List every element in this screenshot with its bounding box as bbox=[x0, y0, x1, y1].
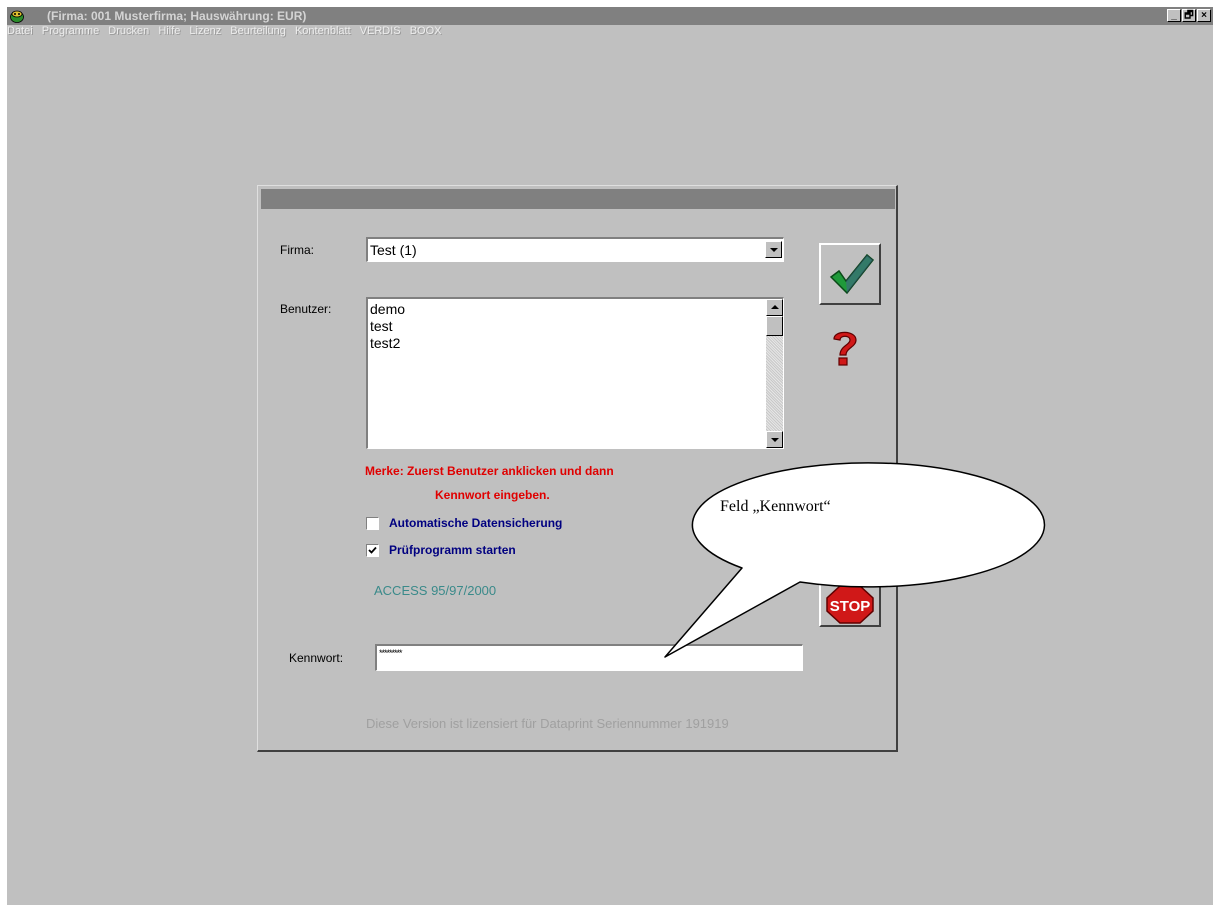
list-scrollbar[interactable] bbox=[766, 299, 783, 448]
title-bar: (Firma: 001 Musterfirma; Hauswährung: EU… bbox=[7, 7, 1213, 25]
menu-bar: Datei Programme Drucken Hilfe Lizenz Beu… bbox=[7, 25, 1213, 41]
close-button[interactable]: × bbox=[1197, 9, 1211, 22]
auto-backup-label[interactable]: Automatische Datensicherung bbox=[389, 516, 562, 530]
help-icon[interactable] bbox=[826, 327, 862, 369]
kennwort-input[interactable]: ********* bbox=[375, 644, 803, 671]
menu-drucken[interactable]: Drucken bbox=[108, 25, 149, 37]
menu-programme[interactable]: Programme bbox=[42, 25, 99, 37]
login-dialog: Firma: Test (1) Benutzer: demo test test… bbox=[257, 185, 898, 752]
benutzer-list[interactable]: demo test test2 bbox=[366, 297, 784, 449]
stop-sign-icon: STOP bbox=[826, 585, 874, 624]
firma-select[interactable]: Test (1) bbox=[366, 237, 784, 262]
firma-label: Firma: bbox=[280, 243, 314, 257]
pruef-checkbox[interactable] bbox=[366, 544, 379, 557]
benutzer-label: Benutzer: bbox=[280, 302, 332, 316]
license-info: Diese Version ist lizensiert für Datapri… bbox=[366, 716, 729, 731]
list-item[interactable]: test2 bbox=[370, 335, 405, 352]
dialog-title-bar bbox=[261, 189, 895, 209]
app-icon[interactable] bbox=[9, 8, 25, 24]
chevron-down-icon bbox=[770, 248, 778, 252]
menu-beurteilung[interactable]: Beurteilung bbox=[230, 25, 286, 37]
menu-boox[interactable]: BOOX bbox=[410, 25, 442, 37]
firma-dropdown-button[interactable] bbox=[765, 241, 782, 258]
ok-button[interactable] bbox=[819, 243, 881, 305]
list-item[interactable]: demo bbox=[370, 301, 405, 318]
window-title: (Firma: 001 Musterfirma; Hauswährung: EU… bbox=[47, 9, 307, 23]
checkmark-icon bbox=[829, 253, 875, 295]
scroll-thumb[interactable] bbox=[766, 316, 783, 336]
firma-value: Test (1) bbox=[370, 242, 417, 258]
stop-button[interactable]: STOP bbox=[819, 581, 881, 627]
callout-text: Feld „Kennwort“ bbox=[720, 498, 831, 515]
menu-hilfe[interactable]: Hilfe bbox=[158, 25, 180, 37]
auto-backup-checkbox[interactable] bbox=[366, 517, 379, 530]
user-list-items: demo test test2 bbox=[370, 301, 405, 352]
merke-note-line2: Kennwort eingeben. bbox=[435, 488, 550, 502]
window-controls: _ 🗗 × bbox=[1166, 9, 1211, 22]
arrow-down-icon bbox=[771, 438, 779, 442]
minimize-button[interactable]: _ bbox=[1167, 9, 1181, 22]
menu-datei[interactable]: Datei bbox=[7, 25, 33, 37]
arrow-up-icon bbox=[771, 305, 779, 309]
access-version: ACCESS 95/97/2000 bbox=[374, 583, 497, 598]
list-item[interactable]: test bbox=[370, 318, 405, 335]
svg-text:STOP: STOP bbox=[830, 598, 871, 615]
check-mark-icon bbox=[368, 546, 377, 554]
merke-note-line1: Merke: Zuerst Benutzer anklicken und dan… bbox=[365, 464, 614, 478]
restore-button[interactable]: 🗗 bbox=[1182, 9, 1196, 22]
menu-kontenblatt[interactable]: Kontenblatt bbox=[295, 25, 351, 37]
pruef-label[interactable]: Prüfprogramm starten bbox=[389, 543, 516, 557]
scroll-up-button[interactable] bbox=[766, 299, 783, 316]
scroll-down-button[interactable] bbox=[766, 431, 783, 448]
kennwort-label: Kennwort: bbox=[289, 651, 344, 665]
kennwort-value: ********* bbox=[379, 648, 403, 658]
menu-lizenz[interactable]: Lizenz bbox=[189, 25, 221, 37]
menu-verdis[interactable]: VERDIS bbox=[360, 25, 401, 37]
